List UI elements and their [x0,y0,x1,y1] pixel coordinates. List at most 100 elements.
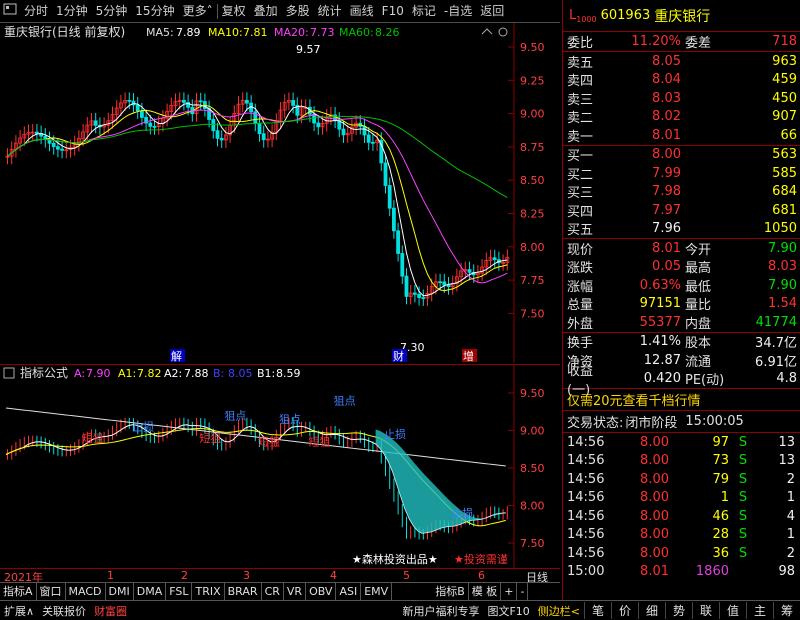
tab-emv[interactable]: EMV [361,582,393,601]
stats2-list: 换手 1.41% 股本 34.7亿 净资 12.87 流通 6.91亿 收益(一) 0.420 PE… [563,333,800,398]
kline-chart[interactable]: 重庆银行(日线 前复权) MA5: 7.89 MA10: 7.81 MA20: … [0,23,560,363]
ask-label: 卖一 [567,129,594,145]
candle-body [291,100,296,106]
tab-brar[interactable]: BRAR [225,582,262,601]
ask-price: 8.04 [652,72,681,88]
tab-vr[interactable]: VR [284,582,307,601]
ask-label: 卖三 [567,92,594,108]
quote-row: 总量 97151 量比 1.54 [563,295,800,313]
trade-status: 闭市阶段 [625,416,678,431]
tab-dma[interactable]: DMA [134,582,167,601]
back-button[interactable]: 返回 [476,0,508,23]
bid-price: 7.97 [652,202,681,218]
event-marker-zeng: 增 [463,349,474,363]
tab-chou[interactable]: 筹 [773,602,800,619]
stats-button[interactable]: 统计 [314,0,346,23]
quote-row: 15:00 8.01 1860 98 [563,563,800,582]
tab-obv[interactable]: OBV [306,582,337,601]
kline-panel[interactable]: 重庆银行(日线 前复权) MA5: 7.89 MA10: 7.81 MA20: … [0,23,560,363]
new-user-link[interactable]: 新用户福利专享 [398,603,483,619]
candle-body [446,284,451,288]
tab-shi[interactable]: 势 [665,602,692,619]
f10-graphic-button[interactable]: 图文F10 [483,603,533,619]
stat-value: 0.420 [643,371,681,387]
watchlist-button[interactable]: -自选 [440,0,476,23]
sidebar-toggle[interactable]: 侧边栏< [534,603,584,619]
stat-label: 最高 [685,261,712,277]
ask-label: 卖五 [567,55,594,71]
indicator-panel[interactable]: 指标公式 A: 7.90 A1: 7.82 A2: 7.88 B: 8.05 B… [0,364,560,569]
promo-row[interactable]: 仅需20元查看千档行情 [563,389,800,411]
indicator-chart[interactable]: 指标公式 A: 7.90 A1: 7.82 A2: 7.88 B: 8.05 B… [0,365,560,569]
stat-value: 41774 [755,314,797,330]
tab-cr[interactable]: CR [262,582,284,601]
bid-volume: 1050 [763,221,797,237]
tab-15min[interactable]: 15分钟 [131,0,178,23]
remove-tab-button[interactable]: - [517,582,529,601]
indicator-icon[interactable] [3,367,15,379]
ask-volume: 907 [772,109,797,125]
tab-1min[interactable]: 1分钟 [52,0,92,23]
candle-body [152,126,157,128]
bottom-bar: 扩展∧ 关联报价 财富圈 新用户福利专享 图文F10 侧边栏< 笔 价 细 势 … [0,600,800,620]
related-quotes-button[interactable]: 关联报价 [38,603,90,619]
quote-row: 卖二 8.02 907 [563,108,800,126]
fuquan-button[interactable]: 复权 [218,0,250,23]
tick-side: S [738,508,748,524]
tab-indicator-a[interactable]: 指标A [0,582,37,601]
tab-bi[interactable]: 笔 [584,602,611,619]
chevron-up-icon[interactable] [481,28,493,35]
quote-row: 买五 7.96 1050 [563,220,800,238]
tab-zhi[interactable]: 值 [719,602,746,619]
tab-xi[interactable]: 细 [638,602,665,619]
tab-window[interactable]: 窗口 [37,582,66,601]
add-tab-button[interactable]: + [501,582,518,601]
tab-asi[interactable]: ASI [336,582,362,601]
candle-body [198,100,203,103]
draw-line-button[interactable]: 画线 [346,0,378,23]
tab-5min[interactable]: 5分钟 [92,0,132,23]
stat-label: 涨幅 [567,279,594,295]
multi-stock-button[interactable]: 多股 [282,0,314,23]
signal-tag: 狙点 [334,394,356,407]
menu-icon [3,3,17,14]
stat-value: 4.8 [776,371,797,387]
bid-price: 7.99 [652,165,681,181]
a-label: A: [74,367,85,380]
tick-volume: 73 [712,453,729,469]
tab-template[interactable]: 模 板 [469,582,502,601]
price-tick: 7.50 [520,307,545,320]
tab-dmi[interactable]: DMI [106,582,134,601]
more-menu[interactable]: 更多˄ [179,0,217,23]
menu-icon[interactable] [0,0,20,23]
price-tick: 8.75 [520,141,545,154]
stat-value: 0.63% [639,277,681,293]
candle-body [391,207,396,232]
tab-zhu[interactable]: 主 [746,602,773,619]
tab-trix[interactable]: TRIX [192,582,225,601]
quote-row: 卖三 8.03 450 [563,89,800,108]
bid-label: 买二 [567,167,594,183]
quote-row: 14:56 8.00 36 S 2 [563,544,800,563]
tab-indicator-b[interactable]: 指标B [432,582,469,601]
tab-fsl[interactable]: FSL [166,582,193,601]
quote-row: 外盘 55377 内盘 41774 [563,313,800,332]
tab-jia[interactable]: 价 [611,602,638,619]
tab-fenshi[interactable]: 分时 [20,0,52,23]
promo-link[interactable]: 仅需20元查看千档行情 [563,390,701,409]
candle-body [412,292,417,295]
f10-button[interactable]: F10 [378,0,408,23]
tab-lian[interactable]: 联 [692,602,719,619]
settings-icon[interactable] [498,27,508,37]
stat-value: 8.03 [768,259,797,275]
mark-button[interactable]: 标记 [408,0,440,23]
quote-row: 卖四 8.04 459 [563,71,800,89]
wealth-circle-button[interactable]: 财富圈 [90,603,131,619]
tick-price: 8.00 [640,508,669,524]
indicator-tick: 8.00 [520,500,545,513]
tab-macd[interactable]: MACD [66,582,106,601]
candle-body [215,130,220,139]
overlay-button[interactable]: 叠加 [250,0,282,23]
expand-button[interactable]: 扩展∧ [0,603,38,619]
stat-value: 55377 [639,314,681,330]
